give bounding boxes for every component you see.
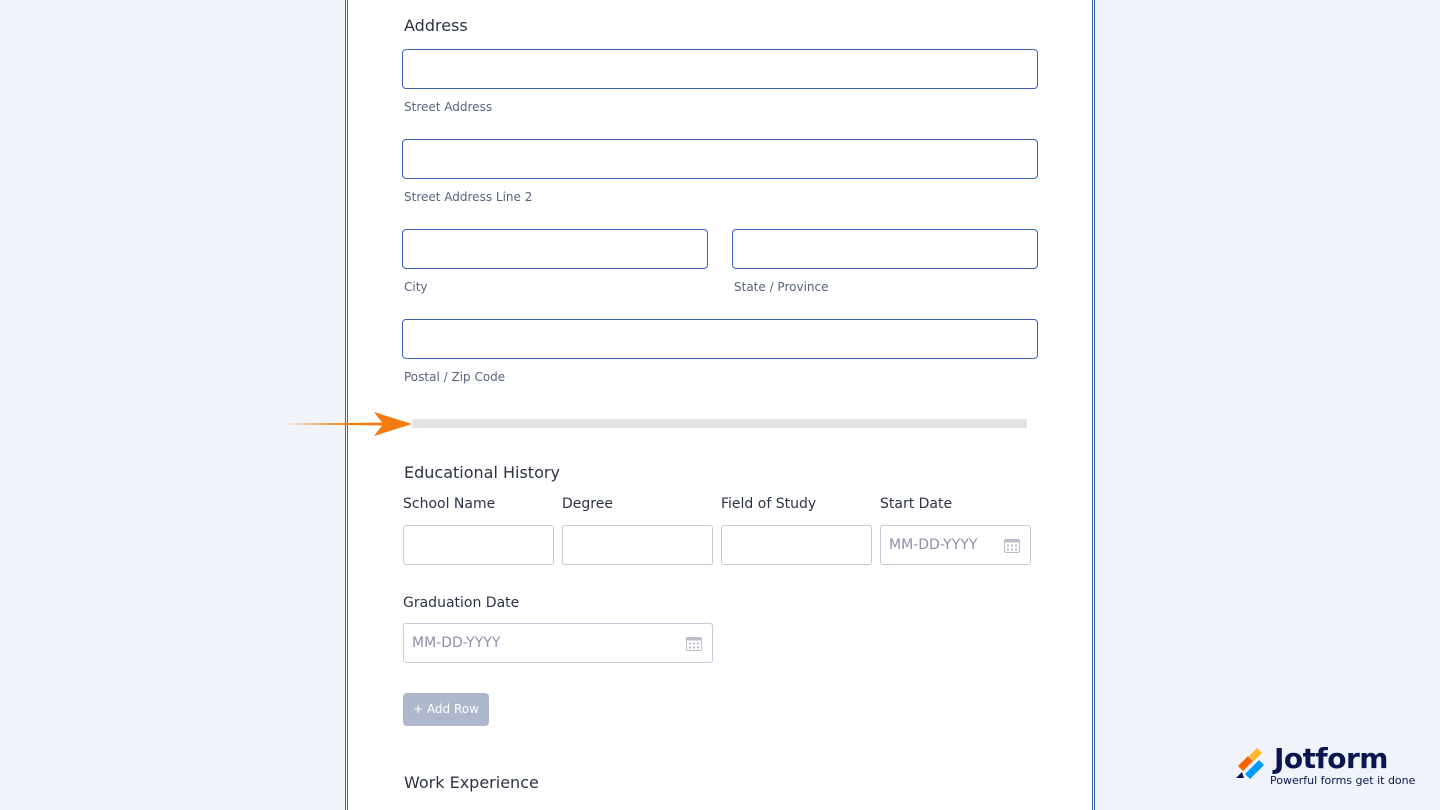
work-experience-heading: Work Experience [404,773,539,792]
state-province-input[interactable] [732,229,1038,269]
column-start-date: Start Date [880,496,953,512]
logo-tagline: Powerful forms get it done [1270,774,1416,787]
street-address-label: Street Address [404,100,493,114]
jotform-logo-icon [1236,748,1264,779]
postal-zip-input[interactable] [402,319,1038,359]
logo-wordmark: Jotform [1274,742,1388,775]
degree-input[interactable] [562,525,713,565]
calendar-icon[interactable] [686,636,702,651]
start-date-input[interactable]: MM-DD-YYYY [880,525,1031,565]
state-province-label: State / Province [734,280,829,294]
start-date-placeholder: MM-DD-YYYY [889,537,978,553]
street-address-line2-label: Street Address Line 2 [404,190,533,204]
school-name-input[interactable] [403,525,554,565]
address-heading: Address [404,16,468,35]
street-address-line2-input[interactable] [402,139,1038,179]
column-field-of-study: Field of Study [721,496,817,512]
column-degree: Degree [562,496,613,512]
form-card [345,0,1095,810]
city-label: City [404,280,428,294]
column-school-name: School Name [403,496,496,512]
arrow-right-icon [284,412,412,436]
graduation-date-input[interactable]: MM-DD-YYYY [403,623,713,663]
postal-zip-label: Postal / Zip Code [404,370,506,384]
field-of-study-input[interactable] [721,525,872,565]
education-heading: Educational History [404,463,560,482]
graduation-date-label: Graduation Date [403,595,520,611]
calendar-icon[interactable] [1004,538,1020,553]
city-input[interactable] [402,229,708,269]
jotform-logo: Jotform Powerful forms get it done [1234,742,1415,790]
graduation-date-placeholder: MM-DD-YYYY [412,635,501,651]
section-divider [412,419,1027,428]
add-row-button[interactable]: + Add Row [403,693,489,726]
street-address-input[interactable] [402,49,1038,89]
